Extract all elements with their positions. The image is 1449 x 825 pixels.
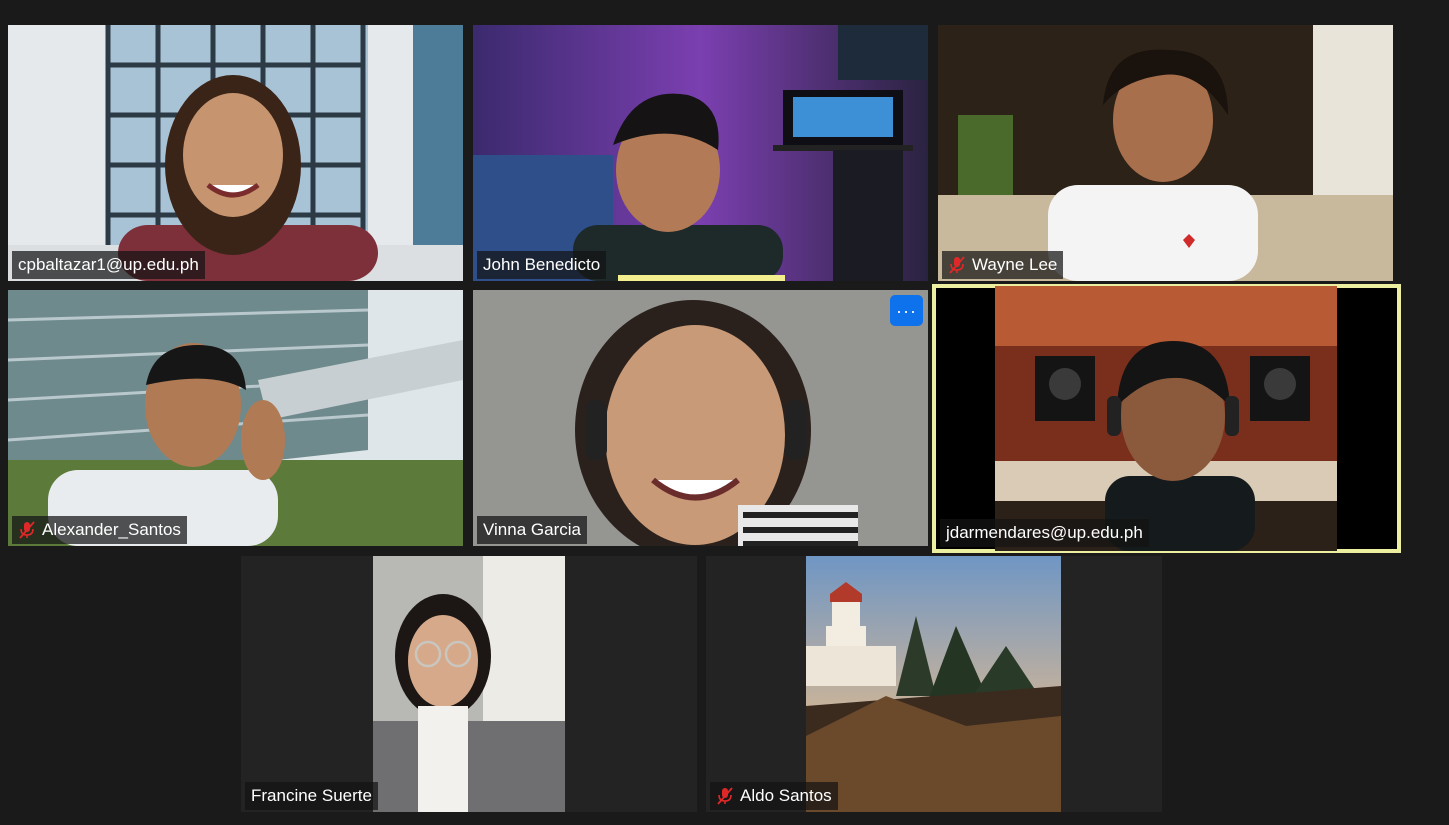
microphone-muted-icon xyxy=(949,256,965,274)
participant-name: cpbaltazar1@up.edu.ph xyxy=(18,255,199,274)
participant-tile-wayne-lee[interactable]: Wayne Lee xyxy=(938,25,1393,281)
participant-name-tag: Wayne Lee xyxy=(942,251,1064,279)
participant-name: John Benedicto xyxy=(483,255,601,274)
participant-name-tag: Alexander_Santos xyxy=(12,516,187,544)
participant-name: Francine Suerte xyxy=(251,786,372,805)
participant-name-tag: Francine Suerte xyxy=(245,782,378,810)
participant-tile-jdarmendares[interactable]: jdarmendares@up.edu.ph xyxy=(932,284,1401,553)
video-gallery: cpbaltazar1@up.edu.ph John Benedicto Way… xyxy=(0,0,1449,825)
participant-tile-francine-suerte[interactable]: Francine Suerte xyxy=(241,556,697,812)
participant-name-tag: Vinna Garcia xyxy=(477,516,587,544)
participant-name-tag: jdarmendares@up.edu.ph xyxy=(940,519,1149,547)
participant-video xyxy=(473,25,928,281)
more-options-button[interactable]: ··· xyxy=(890,295,923,326)
microphone-muted-icon xyxy=(19,521,35,539)
participant-name: Alexander_Santos xyxy=(42,520,181,539)
participant-video xyxy=(8,290,463,546)
participant-name: jdarmendares@up.edu.ph xyxy=(946,523,1143,542)
participant-name: Aldo Santos xyxy=(740,786,832,805)
participant-video xyxy=(806,556,1061,812)
participant-name: Vinna Garcia xyxy=(483,520,581,539)
participant-name-tag: John Benedicto xyxy=(477,251,607,279)
participant-video xyxy=(995,286,1337,551)
speaking-indicator-bar xyxy=(618,275,785,281)
participant-video xyxy=(938,25,1393,281)
participant-tile-vinna-garcia[interactable]: ··· Vinna Garcia xyxy=(473,290,928,546)
participant-name-tag: Aldo Santos xyxy=(710,782,838,810)
microphone-muted-icon xyxy=(717,787,733,805)
participant-tile-john-benedicto[interactable]: John Benedicto xyxy=(473,25,928,281)
participant-tile-aldo-santos[interactable]: Aldo Santos xyxy=(706,556,1162,812)
participant-name-tag: cpbaltazar1@up.edu.ph xyxy=(12,251,205,279)
participant-tile-cpbaltazar1[interactable]: cpbaltazar1@up.edu.ph xyxy=(8,25,463,281)
participant-video xyxy=(8,25,463,281)
more-options-icon: ··· xyxy=(896,300,917,321)
participant-tile-alexander-santos[interactable]: Alexander_Santos xyxy=(8,290,463,546)
participant-video xyxy=(373,556,565,812)
participant-name: Wayne Lee xyxy=(972,255,1058,274)
participant-video xyxy=(473,290,928,546)
